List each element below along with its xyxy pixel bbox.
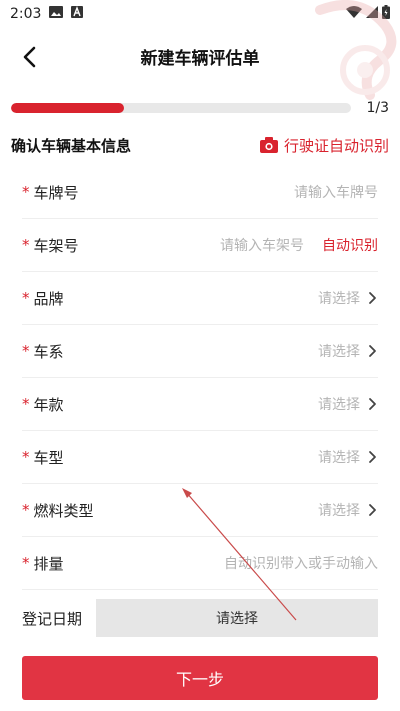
brand-select[interactable]: 请选择 [318, 288, 360, 308]
required-mark: * [22, 501, 30, 519]
field-brand[interactable]: * 品牌 请选择 [22, 272, 378, 325]
field-label: 排量 [33, 554, 64, 573]
field-label: 年款 [33, 395, 64, 414]
field-plate-number[interactable]: * 车牌号 请输入车牌号 [22, 166, 378, 219]
model-select[interactable]: 请选择 [318, 447, 360, 467]
battery-icon [382, 5, 390, 23]
chevron-left-icon [23, 46, 36, 68]
section-title: 确认车辆基本信息 [11, 136, 132, 155]
model-year-select[interactable]: 请选择 [318, 394, 360, 414]
field-label: 车系 [33, 342, 64, 361]
field-displacement[interactable]: * 排量 自动识别带入或手动输入 [22, 537, 378, 590]
plate-number-input[interactable]: 请输入车牌号 [294, 182, 378, 202]
chevron-right-icon [369, 504, 376, 516]
required-mark: * [22, 395, 30, 413]
field-label: 车型 [33, 448, 64, 467]
license-ocr-label: 行驶证自动识别 [283, 136, 389, 155]
field-vin[interactable]: * 车架号 请输入车架号 自动识别 [22, 219, 378, 272]
next-step-button[interactable]: 下一步 [22, 656, 378, 700]
page-title: 新建车辆评估单 [140, 48, 260, 69]
field-registration-date: 登记日期 请选择 [22, 599, 378, 637]
field-label: 车架号 [33, 236, 79, 255]
navigation-bar: 新建车辆评估单 [0, 28, 400, 84]
fuel-type-select[interactable]: 请选择 [318, 500, 360, 520]
field-model[interactable]: * 车型 请选择 [22, 431, 378, 484]
license-ocr-button[interactable]: 行驶证自动识别 [259, 135, 389, 156]
signal-icon [366, 6, 378, 22]
field-label: 品牌 [33, 289, 64, 308]
status-time: 2:03 [10, 6, 42, 22]
required-mark: * [22, 289, 30, 307]
field-label: 车牌号 [33, 183, 79, 202]
vehicle-info-form: * 车牌号 请输入车牌号 * 车架号 请输入车架号 自动识别 * 品牌 请选择 … [22, 166, 378, 590]
required-mark: * [22, 236, 30, 254]
displacement-input[interactable]: 自动识别带入或手动输入 [224, 553, 378, 573]
app-notification-icon [71, 6, 84, 22]
back-button[interactable] [14, 42, 44, 72]
chevron-right-icon [369, 345, 376, 357]
vin-auto-recognize-button[interactable]: 自动识别 [322, 235, 378, 255]
chevron-right-icon [369, 292, 376, 304]
registration-date-picker[interactable]: 请选择 [96, 599, 378, 637]
vin-input[interactable]: 请输入车架号 [220, 235, 304, 255]
progress-fill [11, 103, 125, 113]
required-mark: * [22, 342, 30, 360]
step-progress: 1/3 [11, 98, 389, 118]
field-label: 燃料类型 [33, 501, 94, 520]
required-mark: * [22, 183, 30, 201]
status-bar: 2:03 [0, 0, 400, 28]
camera-icon [259, 137, 278, 153]
field-model-year[interactable]: * 年款 请选择 [22, 378, 378, 431]
chevron-right-icon [369, 398, 376, 410]
gallery-icon [49, 6, 64, 22]
chevron-right-icon [369, 451, 376, 463]
field-fuel-type[interactable]: * 燃料类型 请选择 [22, 484, 378, 537]
registration-date-label: 登记日期 [22, 609, 83, 628]
progress-track [11, 103, 351, 113]
progress-text: 1/3 [366, 100, 389, 116]
required-mark: * [22, 554, 30, 572]
wifi-icon [346, 6, 362, 22]
required-mark: * [22, 448, 30, 466]
section-header: 确认车辆基本信息 行驶证自动识别 [11, 130, 389, 160]
field-series[interactable]: * 车系 请选择 [22, 325, 378, 378]
series-select[interactable]: 请选择 [318, 341, 360, 361]
